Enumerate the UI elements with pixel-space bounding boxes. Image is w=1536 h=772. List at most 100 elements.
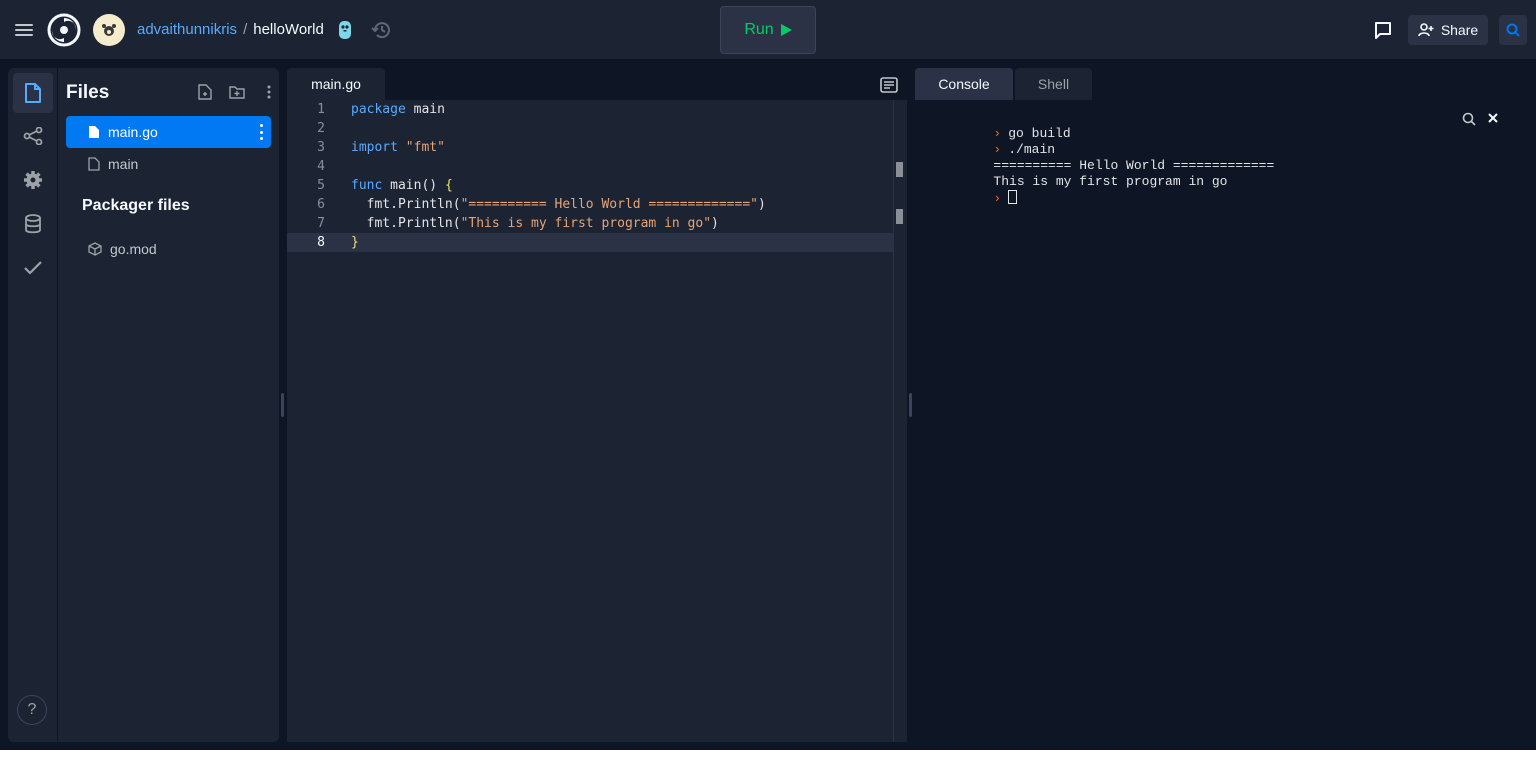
sidebar-resize-handle[interactable] xyxy=(281,393,284,417)
file-item-main[interactable]: main xyxy=(66,148,271,180)
rail-git-button[interactable] xyxy=(13,116,53,156)
line-number: 4 xyxy=(317,159,325,174)
code-editor: main.go 1 package main 2 3 import "fmt" … xyxy=(287,68,907,742)
search-icon xyxy=(1506,23,1520,37)
play-icon xyxy=(780,24,792,36)
kebab-icon[interactable] xyxy=(259,124,263,140)
top-bar: advaithunnikris / helloWorld Run Share xyxy=(0,0,1536,60)
files-panel-title: Files xyxy=(66,82,110,103)
hamburger-icon[interactable] xyxy=(12,18,36,42)
check-icon xyxy=(24,261,42,275)
new-file-icon xyxy=(198,84,212,100)
packager-files-title: Packager files xyxy=(82,197,190,214)
line-text: package main xyxy=(351,102,445,117)
prompt-chevron-icon: › xyxy=(993,191,1002,206)
close-icon[interactable] xyxy=(1486,111,1500,125)
search-icon[interactable] xyxy=(1461,111,1477,127)
code-line[interactable]: 1 package main xyxy=(287,100,893,119)
console-line: This is my first program in go xyxy=(931,158,1227,189)
console-line: ========== Hello World ============= xyxy=(931,142,1274,173)
settings-icon xyxy=(24,171,42,189)
file-icon xyxy=(88,157,100,171)
new-file-button[interactable] xyxy=(194,82,216,102)
line-text: fmt.Println("This is my first program in… xyxy=(351,216,719,231)
avatar[interactable] xyxy=(93,14,125,46)
history-icon[interactable] xyxy=(371,19,393,41)
tab-console[interactable]: Console xyxy=(915,68,1013,100)
console-line-text: This is my first program in go xyxy=(993,174,1228,189)
avatar-face-icon xyxy=(102,24,116,36)
file-item-go-mod[interactable]: go.mod xyxy=(66,233,271,265)
help-button[interactable]: ? xyxy=(17,695,47,725)
run-label: Run xyxy=(744,21,774,38)
code-line[interactable]: 2 xyxy=(287,119,893,138)
git-icon xyxy=(23,127,43,145)
console-pane: Console Shell › go build › ./main ========… xyxy=(915,68,1528,742)
file-name: main.go xyxy=(108,124,158,140)
line-text: func main() { xyxy=(351,178,453,193)
scrollbar-marker xyxy=(896,209,903,224)
line-text: import "fmt" xyxy=(351,140,445,155)
code-line[interactable]: 6 fmt.Println("========== Hello World ==… xyxy=(287,195,893,214)
console-tab-bar: Console Shell xyxy=(915,68,1528,100)
line-number: 7 xyxy=(317,216,325,231)
text-cursor xyxy=(1008,190,1018,204)
files-menu-button[interactable] xyxy=(258,82,280,102)
rail-tests-button[interactable] xyxy=(13,248,53,288)
code-line[interactable]: 5 func main() { xyxy=(287,176,893,195)
new-folder-button[interactable] xyxy=(226,82,248,102)
tab-shell[interactable]: Shell xyxy=(1015,68,1092,100)
rail-files-button[interactable] xyxy=(13,73,53,113)
rail-settings-button[interactable] xyxy=(13,160,53,200)
file-name: go.mod xyxy=(110,241,157,257)
editor-tab-bar: main.go xyxy=(287,68,907,100)
code-line-current[interactable]: 8 } xyxy=(287,233,893,252)
code-line[interactable]: 3 import "fmt" xyxy=(287,138,893,157)
sidebar: ? Files main.go main Packager files go.m… xyxy=(8,68,279,742)
line-number: 8 xyxy=(317,235,325,250)
console-line: › ./main xyxy=(931,126,1055,157)
line-number: 2 xyxy=(317,121,325,136)
line-number: 5 xyxy=(317,178,325,193)
console-line: › go build xyxy=(931,110,1070,141)
share-button[interactable]: Share xyxy=(1408,15,1488,45)
database-icon xyxy=(25,214,41,234)
console-output[interactable]: › go build › ./main ========== Hello World… xyxy=(915,100,1528,742)
file-item-main-go[interactable]: main.go xyxy=(66,116,271,148)
code-line[interactable]: 7 fmt.Println("This is my first program … xyxy=(287,214,893,233)
line-number: 1 xyxy=(317,102,325,117)
share-label: Share xyxy=(1440,22,1479,38)
line-number: 6 xyxy=(317,197,325,212)
file-name: main xyxy=(108,156,139,172)
line-text: fmt.Println("========== Hello World ====… xyxy=(351,197,766,212)
run-button[interactable]: Run xyxy=(720,6,816,54)
breadcrumb-user-link[interactable]: advaithunnikris xyxy=(137,21,237,38)
share-person-icon xyxy=(1418,23,1434,37)
line-text: } xyxy=(351,235,359,250)
line-number: 3 xyxy=(317,140,325,155)
rail-database-button[interactable] xyxy=(13,204,53,244)
replit-logo-icon[interactable] xyxy=(47,13,81,47)
files-icon xyxy=(25,83,41,103)
new-folder-icon xyxy=(229,86,245,99)
global-search-button[interactable] xyxy=(1499,15,1527,45)
code-line[interactable]: 4 xyxy=(287,157,893,176)
editor-resize-handle[interactable] xyxy=(909,393,912,417)
chat-icon[interactable] xyxy=(1372,19,1394,41)
repl-name[interactable]: helloWorld xyxy=(253,21,324,38)
console-input-line[interactable]: › xyxy=(931,174,1018,206)
code-area[interactable]: 1 package main 2 3 import "fmt" 4 5 func… xyxy=(287,100,893,742)
format-icon[interactable] xyxy=(880,77,898,93)
kebab-icon xyxy=(267,85,271,99)
file-icon xyxy=(89,126,99,138)
replit-workspace: advaithunnikris / helloWorld Run Share ?… xyxy=(0,0,1536,750)
go-language-icon[interactable] xyxy=(336,20,354,40)
breadcrumb-separator: / xyxy=(243,21,248,38)
package-icon xyxy=(88,242,102,256)
editor-scrollbar[interactable] xyxy=(893,100,907,742)
tool-rail: ? xyxy=(8,68,58,742)
files-actions xyxy=(194,82,280,102)
tab-main-go[interactable]: main.go xyxy=(287,68,385,100)
breadcrumb: advaithunnikris / helloWorld xyxy=(137,21,324,38)
scrollbar-marker xyxy=(896,162,903,177)
